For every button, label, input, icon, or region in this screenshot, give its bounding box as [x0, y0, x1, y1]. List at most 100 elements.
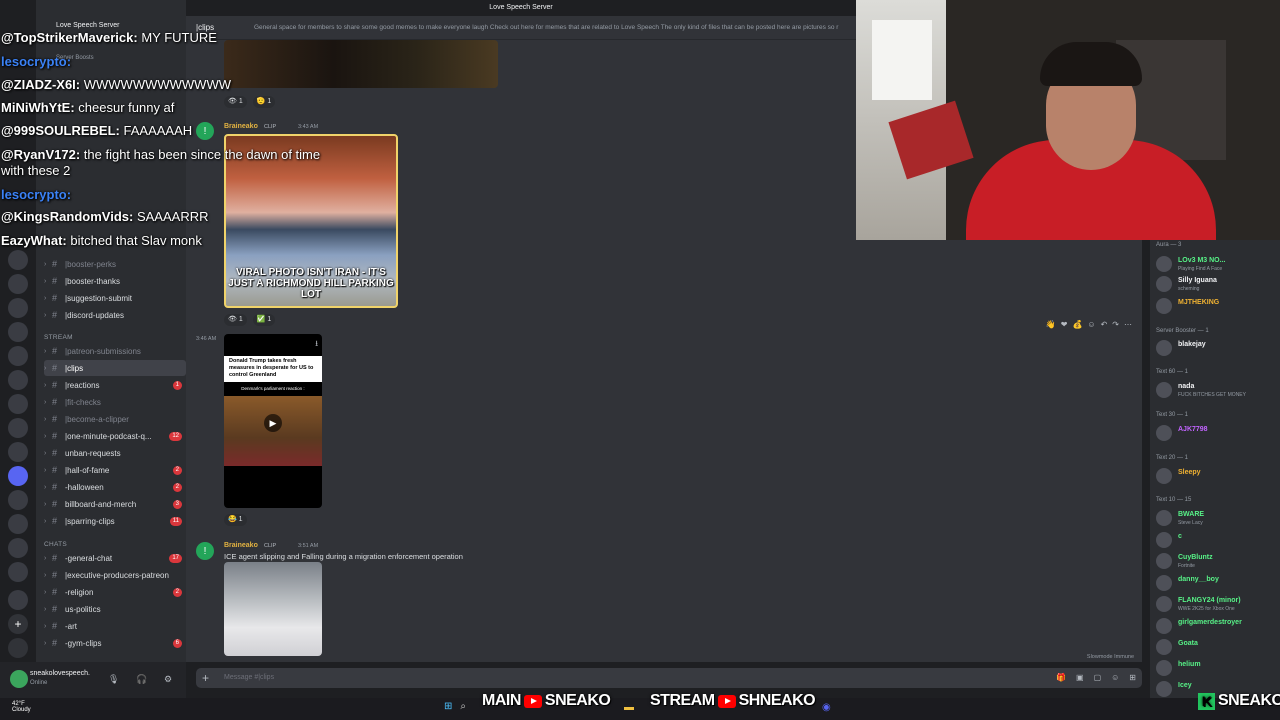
- member-item[interactable]: AJK7798: [1154, 423, 1280, 443]
- folder-icon[interactable]: ▬: [624, 702, 634, 713]
- channel-item[interactable]: › # |reactions 1: [44, 377, 186, 393]
- channel-topic[interactable]: General space for members to share some …: [254, 24, 854, 31]
- chevron-right-icon[interactable]: ›: [44, 623, 52, 630]
- avatar[interactable]: [1156, 532, 1172, 548]
- member-item[interactable]: Silly Iguana scheming: [1154, 274, 1280, 294]
- channel-item[interactable]: › # |sparring-clips 11: [44, 513, 186, 529]
- reaction-icon[interactable]: ❤: [1061, 320, 1068, 329]
- member-item[interactable]: helium: [1154, 658, 1280, 678]
- channel-item[interactable]: › # |patreon-submissions: [44, 343, 186, 359]
- server-icon[interactable]: [8, 418, 28, 438]
- message-composer[interactable]: + Message #|clips 🎁 ▣ ▢ ☺ ⊞: [196, 668, 1142, 688]
- avatar[interactable]: [1156, 618, 1172, 634]
- channel-item[interactable]: › # -religion 2: [44, 584, 186, 600]
- avatar[interactable]: [1156, 340, 1172, 356]
- member-category[interactable]: Aura — 3: [1156, 242, 1181, 248]
- avatar[interactable]: [1156, 596, 1172, 612]
- category-chats[interactable]: CHATS: [44, 541, 67, 548]
- channel-item[interactable]: › # -halloween 2: [44, 479, 186, 495]
- add-reaction-icon[interactable]: ☺: [1087, 320, 1095, 329]
- sticker-icon[interactable]: ▢: [1094, 673, 1102, 682]
- chevron-right-icon[interactable]: ›: [44, 640, 52, 647]
- server-icon[interactable]: [8, 490, 28, 510]
- weather-widget[interactable]: 42°F Cloudy: [12, 701, 31, 713]
- channel-item[interactable]: › # |suggestion-submit: [44, 290, 186, 306]
- server-icon[interactable]: [8, 298, 28, 318]
- message-author[interactable]: Braineako: [224, 542, 258, 549]
- reply-icon[interactable]: ↶: [1101, 320, 1108, 329]
- member-item[interactable]: nada FUCK BITCHES GET MONEY: [1154, 380, 1280, 400]
- chevron-right-icon[interactable]: ›: [44, 518, 52, 525]
- windows-start-icon[interactable]: ⊞: [444, 701, 452, 712]
- member-category[interactable]: Text 10 — 15: [1156, 497, 1191, 503]
- member-category[interactable]: Text 30 — 1: [1156, 412, 1188, 418]
- member-item[interactable]: girlgamerdestroyer: [1154, 616, 1280, 636]
- emoji-icon[interactable]: ☺: [1111, 673, 1119, 682]
- chevron-right-icon[interactable]: ›: [44, 365, 52, 372]
- microphone-icon[interactable]: 🎙: [108, 674, 119, 685]
- add-server-icon[interactable]: +: [8, 614, 28, 634]
- avatar[interactable]: [1156, 298, 1172, 314]
- reaction-icon[interactable]: 👋: [1046, 320, 1056, 329]
- server-icon[interactable]: [8, 514, 28, 534]
- channel-item[interactable]: › # |hall-of-fame 2: [44, 462, 186, 478]
- download-icon[interactable]: ⭳: [315, 338, 318, 352]
- avatar[interactable]: [1156, 660, 1172, 676]
- channel-item[interactable]: › # |fit-checks: [44, 394, 186, 410]
- chevron-right-icon[interactable]: ›: [44, 501, 52, 508]
- reaction[interactable]: ✅ 1: [252, 314, 276, 326]
- user-name[interactable]: sneakolovespeech.: [30, 670, 90, 677]
- member-item[interactable]: blakejay: [1154, 338, 1280, 358]
- chevron-right-icon[interactable]: ›: [44, 555, 52, 562]
- channel-item[interactable]: › # |discord-updates: [44, 307, 186, 323]
- avatar[interactable]: [1156, 681, 1172, 697]
- category-stream[interactable]: STREAM: [44, 334, 73, 341]
- server-icon[interactable]: [8, 346, 28, 366]
- video-embed[interactable]: [224, 562, 322, 656]
- gif-icon[interactable]: ▣: [1076, 673, 1084, 682]
- member-category[interactable]: Server Booster — 1: [1156, 328, 1209, 334]
- avatar[interactable]: [10, 670, 28, 688]
- member-item[interactable]: LOv3 M3 NO... Playing Find A Face: [1154, 254, 1280, 274]
- chevron-right-icon[interactable]: ›: [44, 348, 52, 355]
- gift-icon[interactable]: 🎁: [1056, 673, 1066, 682]
- channel-item[interactable]: › # |booster-thanks: [44, 273, 186, 289]
- channel-item[interactable]: › # -gym-clips 6: [44, 635, 186, 651]
- member-item[interactable]: Sleepy: [1154, 466, 1280, 486]
- server-icon[interactable]: [8, 442, 28, 462]
- explore-icon[interactable]: [8, 638, 28, 658]
- chevron-right-icon[interactable]: ›: [44, 312, 52, 319]
- channel-item[interactable]: › # -art: [44, 618, 186, 634]
- channel-item[interactable]: › # |clips: [44, 360, 186, 376]
- member-item[interactable]: BWARE Steve Lacy: [1154, 508, 1280, 528]
- channel-item[interactable]: › # unban-requests: [44, 445, 186, 461]
- forward-icon[interactable]: ↷: [1112, 320, 1119, 329]
- add-attachment-icon[interactable]: +: [202, 671, 209, 685]
- chevron-right-icon[interactable]: ›: [44, 278, 52, 285]
- member-category[interactable]: Text 60 — 1: [1156, 369, 1188, 375]
- chevron-right-icon[interactable]: ›: [44, 399, 52, 406]
- chevron-right-icon[interactable]: ›: [44, 261, 52, 268]
- server-icon[interactable]: [8, 322, 28, 342]
- server-icon[interactable]: [8, 466, 28, 486]
- member-item[interactable]: danny__boy: [1154, 573, 1280, 593]
- channel-item[interactable]: › # |become-a-clipper: [44, 411, 186, 427]
- chevron-right-icon[interactable]: ›: [44, 484, 52, 491]
- channel-item[interactable]: › # -general-chat 17: [44, 550, 186, 566]
- member-item[interactable]: CuyBluntz Fortnite: [1154, 551, 1280, 571]
- reaction[interactable]: 👁 1: [224, 314, 247, 326]
- avatar[interactable]: [1156, 553, 1172, 569]
- server-icon[interactable]: [8, 274, 28, 294]
- avatar[interactable]: [1156, 276, 1172, 292]
- member-item[interactable]: Goata: [1154, 637, 1280, 657]
- avatar[interactable]: [1156, 510, 1172, 526]
- avatar[interactable]: [1156, 382, 1172, 398]
- reaction-icon[interactable]: 💰: [1072, 320, 1082, 329]
- video-embed[interactable]: [224, 40, 498, 88]
- server-icon[interactable]: [8, 394, 28, 414]
- avatar[interactable]: [1156, 256, 1172, 272]
- avatar[interactable]: [1156, 639, 1172, 655]
- server-icon[interactable]: [8, 538, 28, 558]
- play-icon[interactable]: ▶: [264, 414, 282, 432]
- member-item[interactable]: c: [1154, 530, 1280, 550]
